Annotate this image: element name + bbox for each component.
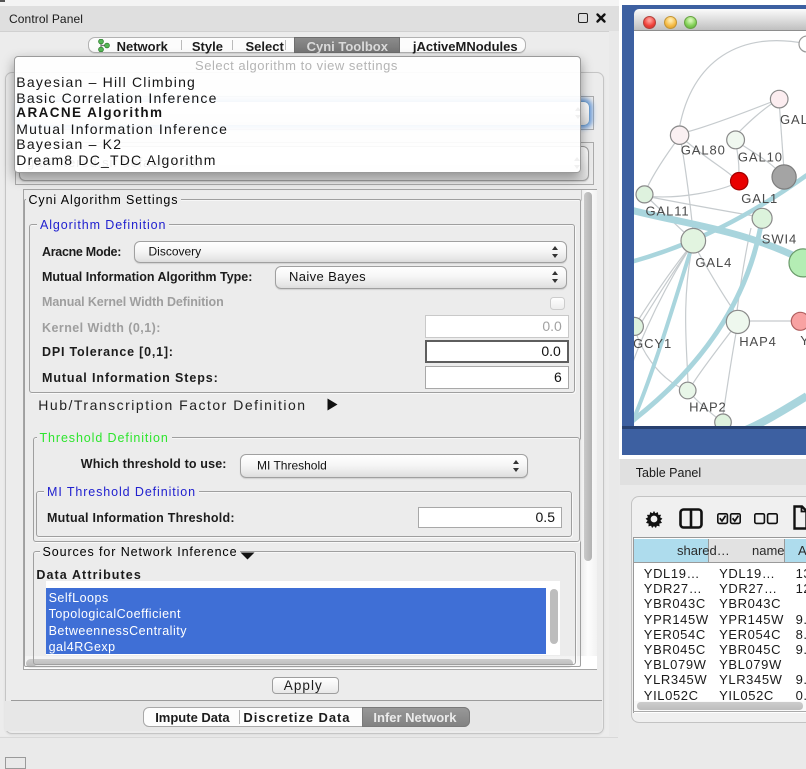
svg-text:HAP4: HAP4 (739, 334, 777, 349)
svg-text:SWI4: SWI4 (761, 232, 796, 247)
svg-text:Y: Y (800, 333, 806, 348)
svg-text:GAL10: GAL10 (737, 150, 782, 165)
svg-text:GAL11: GAL11 (645, 203, 689, 218)
svg-text:GCY1: GCY1 (634, 336, 672, 351)
svg-text:GAL7: GAL7 (780, 112, 806, 127)
svg-text:GAL4: GAL4 (695, 255, 732, 270)
svg-text:GAL80: GAL80 (680, 143, 725, 158)
svg-text:GAL1: GAL1 (741, 191, 778, 206)
svg-text:HAP2: HAP2 (689, 399, 727, 414)
